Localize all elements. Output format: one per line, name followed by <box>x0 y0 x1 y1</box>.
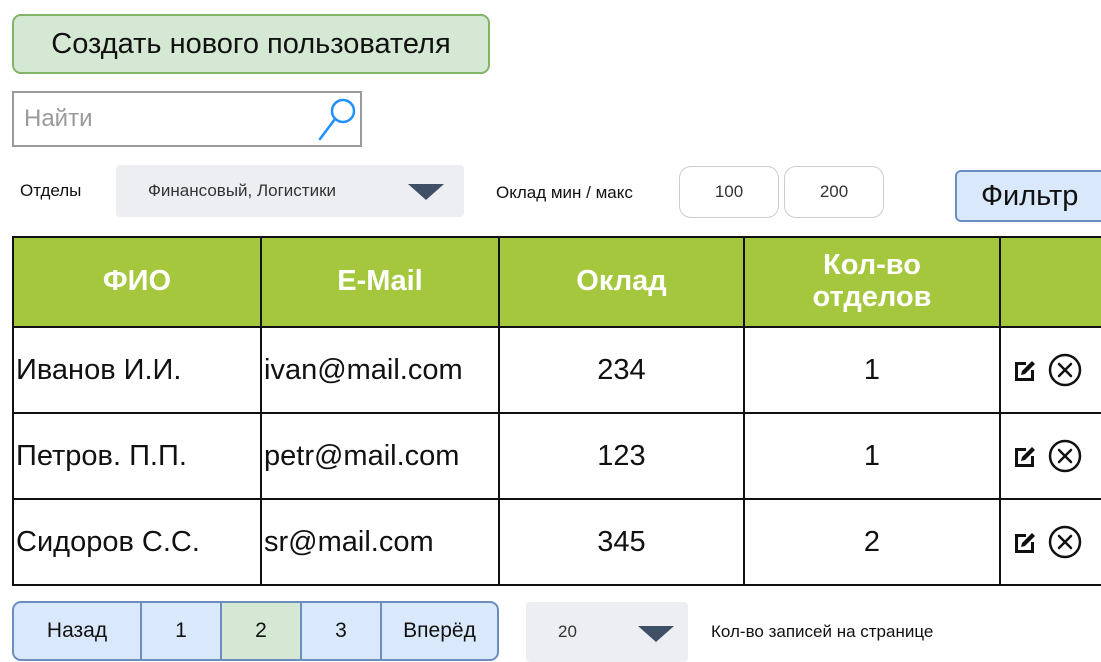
delete-icon[interactable] <box>1047 524 1083 560</box>
pagination-page-3[interactable]: 3 <box>302 603 382 659</box>
cell-salary: 234 <box>498 326 745 414</box>
cell-actions <box>999 498 1101 586</box>
departments-select-value: Финансовый, Логистики <box>148 181 337 200</box>
pagination-page-1[interactable]: 1 <box>142 603 222 659</box>
cell-actions <box>999 412 1101 500</box>
cell-email: ivan@mail.com <box>260 326 500 414</box>
column-header-department-count: Кол-во отделов <box>743 236 1001 328</box>
cell-department-count: 1 <box>743 412 1001 500</box>
filter-button[interactable]: Фильтр <box>955 170 1101 222</box>
cell-department-count: 1 <box>743 326 1001 414</box>
salary-range-label: Оклад мин / макс <box>496 183 633 202</box>
edit-icon[interactable] <box>1011 528 1039 556</box>
cell-name: Петров. П.П. <box>12 412 262 500</box>
column-header-department-count-line1: Кол-во <box>823 249 921 282</box>
table-row: Петров. П.П. petr@mail.com 123 1 <box>12 412 1101 500</box>
salary-max-input[interactable]: 200 <box>784 166 884 218</box>
table-row: Сидоров С.С. sr@mail.com 345 2 <box>12 498 1101 586</box>
column-header-salary: Оклад <box>498 236 745 328</box>
edit-icon[interactable] <box>1011 442 1039 470</box>
cell-salary: 345 <box>498 498 745 586</box>
delete-icon[interactable] <box>1047 352 1083 388</box>
delete-icon[interactable] <box>1047 438 1083 474</box>
cell-email: petr@mail.com <box>260 412 500 500</box>
search-icon[interactable] <box>316 97 358 143</box>
salary-min-input[interactable]: 100 <box>679 166 779 218</box>
column-header-name: ФИО <box>12 236 262 328</box>
create-user-button[interactable]: Создать нового пользователя <box>12 14 490 74</box>
per-page-value: 20 <box>558 622 577 641</box>
per-page-label: Кол-во записей на странице <box>711 622 934 641</box>
search-box <box>12 91 362 147</box>
table-row: Иванов И.И. ivan@mail.com 234 1 <box>12 326 1101 414</box>
cell-department-count: 2 <box>743 498 1001 586</box>
chevron-down-icon <box>408 184 444 200</box>
pagination-prev-button[interactable]: Назад <box>14 603 142 659</box>
pagination: Назад 1 2 3 Вперёд <box>12 601 499 661</box>
departments-label: Отделы <box>20 181 82 200</box>
cell-name: Сидоров С.С. <box>12 498 262 586</box>
column-header-actions <box>999 236 1101 328</box>
column-header-department-count-line2: отделов <box>812 281 932 313</box>
column-header-email: E-Mail <box>260 236 500 328</box>
pagination-next-button[interactable]: Вперёд <box>382 603 497 659</box>
cell-actions <box>999 326 1101 414</box>
departments-select[interactable]: Финансовый, Логистики <box>116 165 464 217</box>
cell-name: Иванов И.И. <box>12 326 262 414</box>
pagination-page-2[interactable]: 2 <box>222 603 302 659</box>
per-page-select[interactable]: 20 <box>526 602 688 662</box>
search-input[interactable] <box>24 101 294 137</box>
cell-email: sr@mail.com <box>260 498 500 586</box>
chevron-down-icon <box>638 626 674 642</box>
table-header-row: ФИО E-Mail Оклад Кол-во отделов <box>12 236 1101 328</box>
cell-salary: 123 <box>498 412 745 500</box>
edit-icon[interactable] <box>1011 356 1039 384</box>
users-table: ФИО E-Mail Оклад Кол-во отделов Иванов И… <box>12 236 1101 586</box>
